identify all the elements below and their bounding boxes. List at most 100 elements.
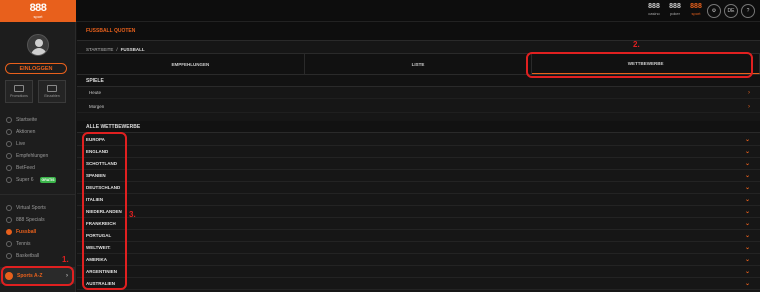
help-button[interactable]: ?: [741, 4, 755, 18]
top-bar: 888 sport 888 casino 888 poker 888 sport…: [0, 0, 760, 22]
sidebar-divider: [0, 194, 76, 195]
list-item-heute[interactable]: Heute ›: [77, 87, 760, 99]
chevron-down-icon: ⌄: [744, 233, 750, 239]
virtual-icon: [6, 205, 12, 211]
chevron-down-icon: ⌄: [744, 281, 750, 287]
arrow-right-icon: ›: [748, 89, 750, 96]
sidebar-item-label: Empfehlungen: [16, 153, 49, 159]
competition-label: AMERIKA: [86, 257, 107, 262]
sidebar-nav-sports: Virtual Sports 888 Specials Fussball Ten…: [0, 202, 76, 262]
main-content: FUSSBALL QUOTEN STARTSEITE / FUSSBALL EM…: [77, 22, 760, 292]
sidebar-item-virtual-sports[interactable]: Virtual Sports: [0, 202, 76, 214]
sidebar-item-betfeed[interactable]: BetFeed: [0, 162, 76, 174]
sidebar-item-label: BetFeed: [16, 165, 35, 171]
competition-label: AUSTRALIEN: [86, 281, 115, 286]
competition-label: EUROPA: [86, 137, 105, 142]
competition-row[interactable]: PORTUGAL ⌄: [77, 230, 760, 242]
chevron-down-icon: ⌄: [744, 257, 750, 263]
logo-subtext: sport: [33, 14, 43, 19]
brand-label: poker: [669, 11, 680, 16]
breadcrumb-current: FUSSBALL: [120, 47, 145, 52]
list-item-label: Morgen: [89, 104, 105, 109]
sidebar-item-super6[interactable]: Super 6 GRATIS: [0, 174, 76, 186]
deposit-label: Einzahlen: [44, 94, 60, 98]
annotation-label-2: 2.: [633, 40, 640, 49]
competition-label: PORTUGAL: [86, 233, 112, 238]
star-icon: [6, 153, 12, 159]
breadcrumb-home[interactable]: STARTSEITE: [86, 47, 113, 52]
sidebar-item-fussball[interactable]: Fussball: [0, 226, 76, 238]
competition-label: NIEDERLANDEN: [86, 209, 122, 214]
help-icon: ?: [746, 8, 750, 14]
888sport-logo[interactable]: 888 sport: [0, 0, 76, 22]
sports-az-icon: [5, 271, 13, 280]
competition-row[interactable]: EUROPA ⌄: [77, 134, 760, 146]
chevron-down-icon: ⌄: [744, 197, 750, 203]
list-item-label: Heute: [89, 90, 102, 95]
sidebar-item-label: Live: [16, 141, 26, 147]
competition-row[interactable]: ITALIEN ⌄: [77, 194, 760, 206]
annotation-label-3: 3.: [129, 210, 136, 219]
brand-number: 888: [690, 3, 702, 10]
competition-row[interactable]: SCHOTTLAND ⌄: [77, 158, 760, 170]
sidebar-item-live[interactable]: Live: [0, 138, 76, 150]
tab-liste[interactable]: LISTE: [305, 54, 533, 74]
competition-row[interactable]: FRANKREICH ⌄: [77, 218, 760, 230]
chevron-down-icon: ⌄: [744, 221, 750, 227]
competition-row[interactable]: SPANIEN ⌄: [77, 170, 760, 182]
competition-row[interactable]: NIEDERLANDEN ⌄: [77, 206, 760, 218]
competition-row[interactable]: WELTWEIT: ⌄: [77, 242, 760, 254]
competition-row[interactable]: AUSTRALIEN ⌄: [77, 278, 760, 290]
chevron-right-icon: ›: [66, 272, 68, 279]
sidebar-item-empfehlungen[interactable]: Empfehlungen: [0, 150, 76, 162]
promotions-label: Promotions: [10, 94, 28, 98]
competition-row[interactable]: DEUTSCHLAND ⌄: [77, 182, 760, 194]
sidebar-item-label: 888 Specials: [16, 217, 45, 223]
brand-sport[interactable]: 888 sport: [688, 3, 704, 16]
deposit-button[interactable]: Einzahlen: [38, 80, 66, 103]
sidebar-item-label: Aktionen: [16, 129, 36, 135]
promotions-button[interactable]: Promotions: [5, 80, 33, 103]
brand-poker[interactable]: 888 poker: [667, 3, 683, 16]
page-title: FUSSBALL QUOTEN: [86, 28, 136, 34]
sidebar-item-sports-az[interactable]: Sports A-Z ›: [0, 267, 76, 284]
chevron-down-icon: ⌄: [744, 245, 750, 251]
language-label: DE: [727, 8, 735, 14]
sidebar-item-888-specials[interactable]: 888 Specials: [0, 214, 76, 226]
sidebar-item-startseite[interactable]: Startseite: [0, 114, 76, 126]
sidebar: EINLOGGEN Promotions Einzahlen Startseit…: [0, 22, 76, 292]
list-item-morgen[interactable]: Morgen ›: [77, 101, 760, 113]
competition-row[interactable]: ARGENTINIEN ⌄: [77, 266, 760, 278]
brand-casino[interactable]: 888 casino: [646, 3, 662, 16]
sidebar-item-aktionen[interactable]: Aktionen: [0, 126, 76, 138]
avatar-body-shape: [31, 48, 47, 55]
breadcrumb: STARTSEITE / FUSSBALL: [86, 47, 145, 52]
section-header-spiele: SPIELE: [77, 75, 760, 87]
chevron-down-icon: ⌄: [744, 161, 750, 167]
sidebar-item-tennis[interactable]: Tennis: [0, 238, 76, 250]
home-icon: [6, 117, 12, 123]
brand-label: casino: [648, 11, 660, 16]
avatar[interactable]: [27, 34, 49, 56]
login-button[interactable]: EINLOGGEN: [5, 63, 67, 74]
sidebar-item-label: Startseite: [16, 117, 38, 123]
competition-row[interactable]: ENGLAND ⌄: [77, 146, 760, 158]
sidebar-item-label: Sports A-Z: [17, 272, 43, 279]
competition-label: FRANKREICH: [86, 221, 116, 226]
settings-icon[interactable]: ⚙: [707, 4, 721, 18]
competition-label: DEUTSCHLAND: [86, 185, 121, 190]
view-tabs: EMPFEHLUNGEN LISTE WETTBEWERBE: [77, 53, 760, 75]
deposit-icon: [47, 85, 57, 92]
annotation-label-1: 1.: [62, 255, 69, 264]
language-button[interactable]: DE: [724, 4, 738, 18]
chevron-down-icon: ⌄: [744, 173, 750, 179]
feed-icon: [6, 165, 12, 171]
live-icon: [6, 141, 12, 147]
avatar-head-shape: [35, 39, 43, 47]
competition-label: SPANIEN: [86, 173, 106, 178]
tab-wettbewerbe[interactable]: WETTBEWERBE: [532, 54, 760, 74]
tab-empfehlungen[interactable]: EMPFEHLUNGEN: [77, 54, 305, 74]
arrow-right-icon: ›: [748, 103, 750, 110]
tennis-icon: [6, 241, 12, 247]
competition-row[interactable]: AMERIKA ⌄: [77, 254, 760, 266]
